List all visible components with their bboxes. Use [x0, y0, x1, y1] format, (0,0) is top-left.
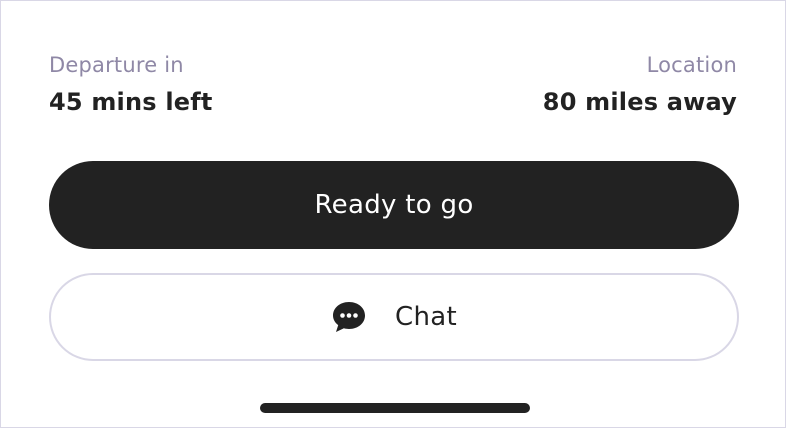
ready-to-go-button[interactable]: Ready to go: [49, 161, 739, 249]
departure-label: Departure in: [49, 53, 184, 77]
chat-bubble-icon: [331, 300, 367, 334]
location-label: Location: [646, 53, 737, 77]
home-indicator-bar: [260, 403, 530, 413]
ready-to-go-label: Ready to go: [314, 190, 474, 220]
departure-value: 45 mins left: [49, 88, 213, 116]
location-info: Location 80 miles away: [543, 51, 737, 117]
location-value: 80 miles away: [542, 88, 737, 116]
chat-button[interactable]: Chat: [49, 273, 739, 361]
trip-status-card: Departure in 45 mins left Location 80 mi…: [0, 0, 786, 428]
trip-info-row: Departure in 45 mins left Location 80 mi…: [49, 51, 737, 117]
chat-label: Chat: [395, 302, 457, 332]
departure-info: Departure in 45 mins left: [49, 51, 213, 117]
